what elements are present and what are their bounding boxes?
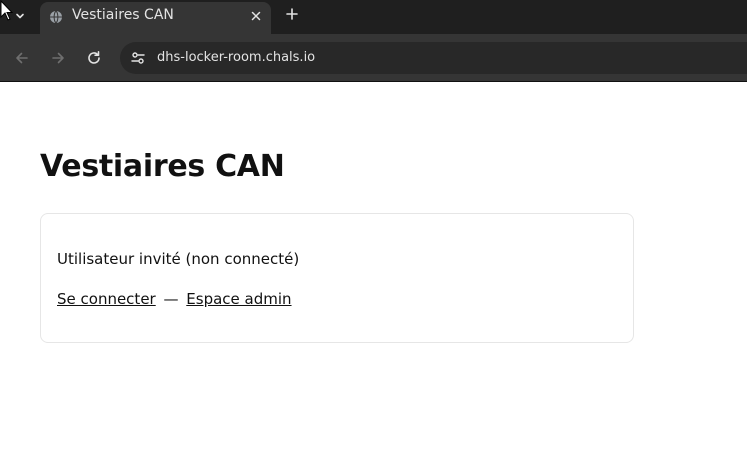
user-status-text: Utilisateur invité (non connecté) bbox=[57, 250, 300, 268]
reload-button[interactable] bbox=[84, 48, 104, 68]
plus-icon bbox=[286, 8, 298, 20]
browser-tab-active[interactable]: Vestiaires CAN bbox=[40, 2, 271, 34]
chevron-down-icon bbox=[16, 13, 24, 19]
tab-title: Vestiaires CAN bbox=[72, 7, 174, 23]
browser-tabstrip: Vestiaires CAN bbox=[0, 0, 747, 34]
arrow-right-icon bbox=[52, 52, 64, 64]
arrow-left-icon bbox=[16, 52, 28, 64]
back-button[interactable] bbox=[12, 48, 32, 68]
nav-links: Se connecter — Espace admin bbox=[57, 290, 292, 308]
admin-link[interactable]: Espace admin bbox=[186, 290, 291, 308]
globe-icon bbox=[50, 10, 62, 24]
tab-close-button[interactable] bbox=[248, 8, 264, 24]
mouse-cursor-icon bbox=[0, 0, 14, 21]
close-icon bbox=[251, 11, 261, 21]
page-content: Vestiaires CAN Utilisateur invité (non c… bbox=[0, 83, 747, 475]
user-card: Utilisateur invité (non connecté) Se con… bbox=[40, 213, 634, 343]
link-separator: — bbox=[163, 290, 179, 308]
browser-toolbar: dhs-locker-room.chals.io bbox=[0, 34, 747, 82]
address-bar[interactable]: dhs-locker-room.chals.io bbox=[120, 42, 747, 74]
url-text[interactable]: dhs-locker-room.chals.io bbox=[157, 49, 315, 67]
new-tab-button[interactable] bbox=[282, 4, 302, 24]
forward-button[interactable] bbox=[48, 48, 68, 68]
tune-icon[interactable] bbox=[130, 50, 146, 66]
page-title: Vestiaires CAN bbox=[40, 149, 285, 184]
reload-icon bbox=[88, 51, 100, 64]
login-link[interactable]: Se connecter bbox=[57, 290, 156, 308]
